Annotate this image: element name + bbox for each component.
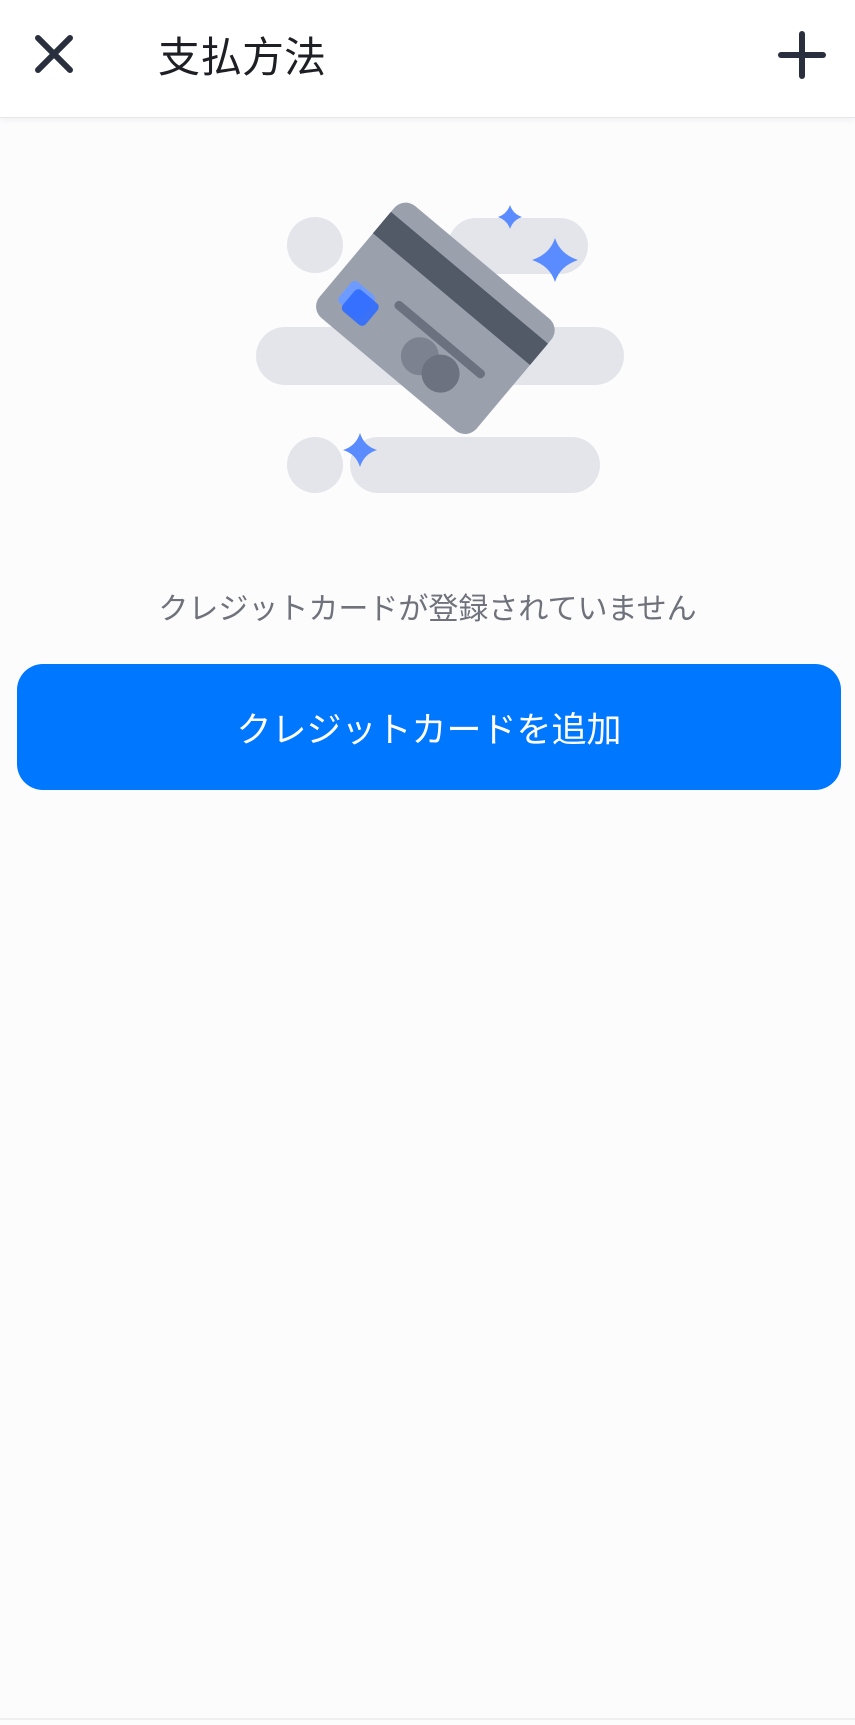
header-bar: 支払方法 bbox=[0, 0, 855, 118]
close-button[interactable] bbox=[24, 24, 84, 84]
add-credit-card-button[interactable]: クレジットカードを追加 bbox=[17, 664, 841, 790]
payment-methods-screen: 支払方法 クレジットカードが登録されていません クレジットカードを追加 bbox=[0, 0, 855, 1725]
credit-card-illustration bbox=[256, 202, 624, 493]
empty-state-message: クレジットカードが登録されていません bbox=[158, 592, 697, 627]
close-icon bbox=[35, 35, 73, 73]
plus-icon bbox=[778, 31, 826, 79]
page-title: 支払方法 bbox=[158, 33, 327, 82]
bottom-divider bbox=[0, 1718, 855, 1720]
add-payment-method-button[interactable] bbox=[771, 24, 833, 86]
